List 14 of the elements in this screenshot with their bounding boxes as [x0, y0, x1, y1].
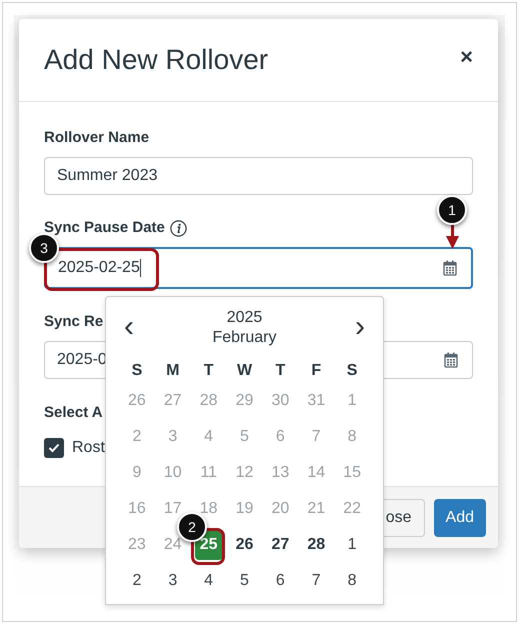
weekday-label: T: [275, 361, 286, 381]
checkbox-label: Rost: [72, 438, 105, 458]
weekday-label: S: [132, 361, 142, 381]
dialog-title: Add New Rollover: [44, 43, 268, 77]
weekday-label: M: [166, 361, 180, 381]
weekday-label: T: [204, 361, 214, 381]
calendar-month: February: [212, 328, 277, 348]
calendar-year: 2025: [226, 308, 262, 328]
section-label: Select A: [44, 404, 104, 422]
field-label: Sync Re: [44, 313, 104, 331]
weekday-label: S: [346, 361, 358, 381]
field-label: Rollover Name: [44, 129, 150, 147]
weekday-label: F: [311, 361, 322, 381]
weekday-label: W: [236, 361, 252, 381]
